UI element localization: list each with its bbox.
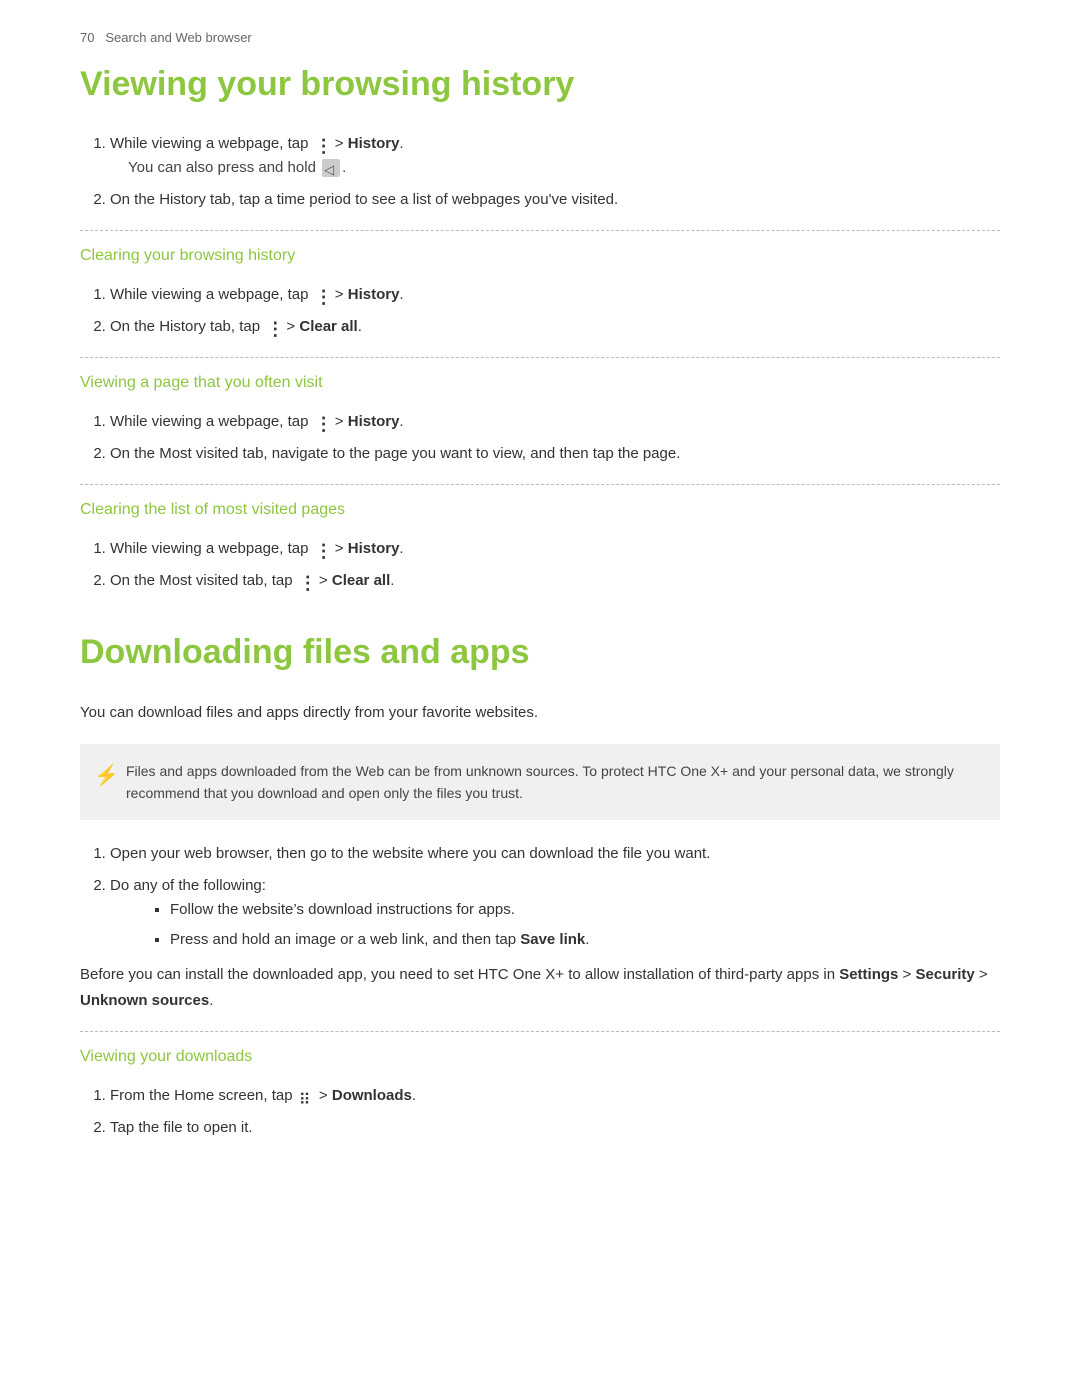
subsection4-title: Viewing your downloads (80, 1048, 1000, 1072)
section-viewing-browsing-history: Viewing your browsing history While view… (80, 65, 1000, 593)
divider (80, 1031, 1000, 1032)
divider (80, 484, 1000, 485)
dots-menu-icon (266, 319, 280, 335)
subsection1-title: Clearing your browsing history (80, 247, 1000, 271)
section1-step2: On the History tab, tap a time period to… (110, 188, 1000, 212)
subsection-viewing-often-visited: Viewing a page that you often visit Whil… (80, 374, 1000, 466)
download-step1: Open your web browser, then go to the we… (110, 842, 1000, 866)
section2-outro: Before you can install the downloaded ap… (80, 962, 1000, 1013)
grid-menu-icon (299, 1088, 313, 1104)
clear-visited-step1: While viewing a webpage, tap > History. (110, 537, 1000, 561)
download-step2: Do any of the following: Follow the webs… (110, 874, 1000, 952)
warning-text: Files and apps downloaded from the Web c… (126, 763, 954, 801)
page-number: 70 Search and Web browser (80, 30, 1000, 45)
divider (80, 230, 1000, 231)
warning-box: ⚡ Files and apps downloaded from the Web… (80, 744, 1000, 821)
dots-menu-icon (315, 287, 329, 303)
clear-history-step1: While viewing a webpage, tap > History. (110, 283, 1000, 307)
subsection-clearing-most-visited: Clearing the list of most visited pages … (80, 501, 1000, 593)
clear-visited-step2: On the Most visited tab, tap > Clear all… (110, 569, 1000, 593)
bullet-item: Follow the website’s download instructio… (170, 898, 1000, 922)
dots-menu-icon (315, 541, 329, 557)
section1-steps: While viewing a webpage, tap > History. … (110, 132, 1000, 212)
subsection2-title: Viewing a page that you often visit (80, 374, 1000, 398)
section1-step1: While viewing a webpage, tap > History. … (110, 132, 1000, 180)
divider (80, 357, 1000, 358)
dots-menu-icon (315, 136, 329, 152)
dots-menu-icon (315, 414, 329, 430)
view-downloads-step2: Tap the file to open it. (110, 1116, 1000, 1140)
clear-history-step2: On the History tab, tap > Clear all. (110, 315, 1000, 339)
flag-icon: ⚡ (94, 760, 119, 792)
dots-menu-icon (299, 573, 313, 589)
often-visit-step1: While viewing a webpage, tap > History. (110, 410, 1000, 434)
often-visit-step2: On the Most visited tab, navigate to the… (110, 442, 1000, 466)
section2-intro: You can download files and apps directly… (80, 700, 1000, 726)
subsection-viewing-downloads: Viewing your downloads From the Home scr… (80, 1048, 1000, 1140)
view-downloads-step1: From the Home screen, tap > Downloads. (110, 1084, 1000, 1108)
section-downloading-files-apps: Downloading files and apps You can downl… (80, 633, 1000, 1140)
subsection3-title: Clearing the list of most visited pages (80, 501, 1000, 525)
section1-title: Viewing your browsing history (80, 65, 1000, 104)
bullet-item: Press and hold an image or a web link, a… (170, 928, 1000, 952)
back-button-icon (322, 159, 340, 177)
hold-note: You can also press and hold . (128, 156, 1000, 180)
section2-steps: Open your web browser, then go to the we… (110, 842, 1000, 952)
section2-title: Downloading files and apps (80, 633, 1000, 672)
subsection-clearing-browsing-history: Clearing your browsing history While vie… (80, 247, 1000, 339)
